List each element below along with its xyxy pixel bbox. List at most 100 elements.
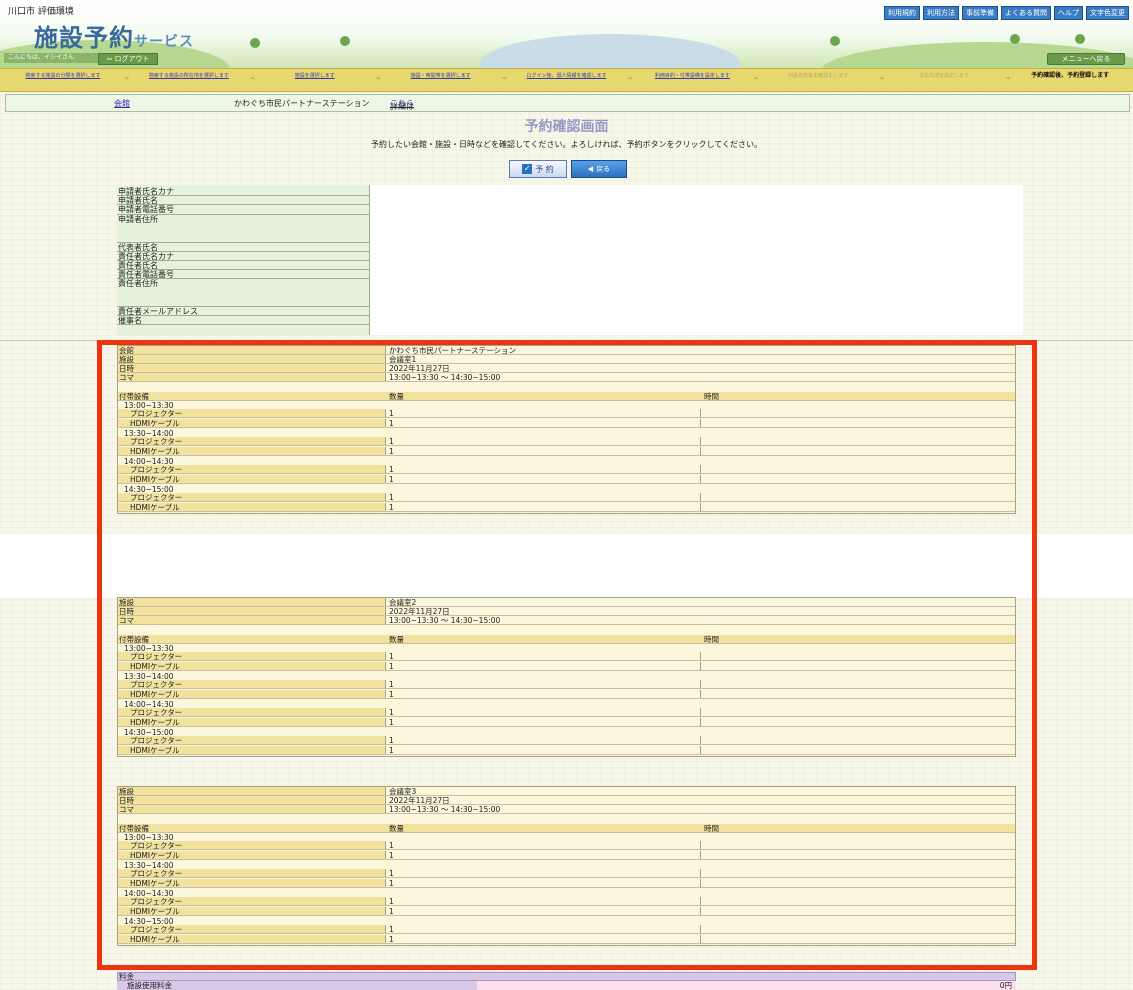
equipment-row: HDMIケーブル 1 [118,851,1015,860]
greeting-label: こんにちは、イシイさん [4,53,98,63]
equipment-row: HDMIケーブル 1 [118,690,1015,699]
koma-row-label: コマ [118,616,386,625]
equipment-row: プロジェクター 1 [118,493,1015,502]
facility-row: 施設 会議室1 [118,355,1015,364]
date-row-value: 2022年11月27日 [389,364,450,373]
equipment-column-header: 付帯設備 [119,392,149,401]
top-link[interactable]: 利用規約 [884,6,920,20]
equipment-quantity: 1 [388,925,701,934]
step-label: 施設・時間帯を選択します [410,73,471,79]
equipment-row: HDMIケーブル 1 [118,475,1015,484]
equipment-row: HDMIケーブル 1 [118,503,1015,512]
city-label: 川口市 評価環境 [8,7,74,17]
equipment-quantity: 1 [388,465,701,474]
reserve-button[interactable]: ✓ 予 約 [509,160,567,178]
equipment-name: HDMIケーブル [118,419,386,428]
service-logo[interactable]: 施設予約サービス [34,18,194,53]
date-row-value: 2022年11月27日 [389,607,450,616]
equipment-name: HDMIケーブル [118,690,386,699]
step-item: 料金お支払を確認をします ⇒ [755,69,884,91]
step-bar: 検索する施設の分類を選択します ⇒ 検索する施設の所在地を選択します ⇒ 施設を選択しま… [0,68,1133,92]
equipment-time [703,925,1015,933]
equipment-quantity: 1 [388,736,701,745]
step-label: 料金お支払を確認をします [788,73,849,79]
equipment-quantity: 1 [388,897,701,906]
equipment-column-header: 付帯設備 [119,824,149,833]
equipment-row: プロジェクター 1 [118,736,1015,745]
equipment-time [703,869,1015,877]
equipment-quantity: 1 [388,708,701,717]
equipment-row: プロジェクター 1 [118,465,1015,474]
facility-row: 施設 会議室2 [118,598,1015,607]
step-item[interactable]: 検索する施設の分類を選択します ⇒ [0,69,128,91]
top-link[interactable]: 文字色変更 [1086,6,1129,20]
fee-value: 0円 [999,981,1012,990]
equipment-name: プロジェクター [118,736,386,745]
equipment-name: プロジェクター [118,652,386,661]
step-item[interactable]: 施設・時間帯を選択します ⇒ [378,69,507,91]
step-item[interactable]: 利用目的・付帯設備を設定します ⇒ [629,69,758,91]
reservation-block: 施設 会議室2 日時 2022年11月27日 コマ 13:00~13:30 ～ 14:30… [117,597,1016,757]
equipment-name: HDMIケーブル [118,718,386,727]
site-header: 川口市 評価環境 施設予約サービス 利用規約 利用方法 事前準備 よくある質問 ヘルプ文… [0,0,1133,68]
blank-area [0,534,1133,598]
equipment-name: プロジェクター [118,897,386,906]
equipment-quantity: 1 [388,437,701,446]
equipment-name: HDMIケーブル [118,746,386,755]
facility-row-value: 会議室3 [389,787,417,796]
equipment-row: プロジェクター 1 [118,925,1015,934]
applicant-field-label: 責任者メールアドレス [117,307,369,316]
step-item[interactable]: ログイン後、個人情報を確認します ⇒ [504,69,633,91]
equipment-name: プロジェクター [118,680,386,689]
top-link[interactable]: 事前準備 [962,6,998,20]
back-button[interactable]: ◀ 戻る [571,160,627,178]
applicant-field-label: 責任者住所 [117,279,369,307]
equipment-row: HDMIケーブル 1 [118,419,1015,428]
equipment-time [703,652,1015,660]
equipment-quantity: 1 [388,493,701,502]
logout-button[interactable]: ⇦ ログアウト [98,53,158,65]
equipment-time [703,662,1015,670]
koma-row-value: 13:00~13:30 ～ 14:30~15:00 [389,616,501,625]
equipment-time [703,708,1015,716]
koma-row: コマ 13:00~13:30 ～ 14:30~15:00 [118,373,1015,382]
applicant-field-label: 責任者電話番号 [117,270,369,279]
equipment-row: HDMIケーブル 1 [118,447,1015,456]
step-item: 支払方法を設定します ⇒ [881,69,1010,91]
equipment-time [703,851,1015,859]
equipment-time [703,879,1015,887]
equipment-name: HDMIケーブル [118,907,386,916]
step-item[interactable]: 施設を選択します ⇒ [252,69,381,91]
top-link[interactable]: よくある質問 [1001,6,1051,20]
back-arrow-icon: ◀ [587,165,594,173]
menu-back-button[interactable]: メニューへ戻る [1047,53,1125,65]
divider [0,340,1133,341]
date-row: 日時 2022年11月27日 [118,607,1015,616]
equipment-row: HDMIケーブル 1 [118,879,1015,888]
equipment-time [703,475,1015,483]
equipment-quantity: 1 [388,869,701,878]
logo-main-text: 施設予約 [34,23,134,52]
applicant-field-label: 申請者氏名カナ [117,187,369,196]
equipment-quantity: 1 [388,879,701,888]
hall-label-link[interactable]: 会館 [114,99,130,108]
koma-row: コマ 13:00~13:30 ～ 14:30~15:00 [118,616,1015,625]
step-label: ログイン後、個人情報を確認します [526,73,607,79]
step-label: 利用目的・付帯設備を設定します [654,73,730,79]
date-row-label: 日時 [118,796,386,805]
equipment-time [703,447,1015,455]
top-link[interactable]: 利用方法 [923,6,959,20]
facility-row-value: 会議室2 [389,598,417,607]
facility-row-label: 施設 [118,355,386,364]
applicant-field-label: 責任者氏名カナ [117,252,369,261]
equipment-name: HDMIケーブル [118,447,386,456]
detail-prefix: 詳細は [390,102,414,111]
fee-row: 施設使用料金 0円 [117,981,1016,990]
equipment-name: HDMIケーブル [118,879,386,888]
equipment-quantity: 1 [388,475,701,484]
top-link[interactable]: ヘルプ [1054,6,1083,20]
fee-header: 料金 [117,972,1016,981]
facility-row-label: 施設 [118,787,386,796]
top-links: 利用規約 利用方法 事前準備 よくある質問 ヘルプ 文字色変更 [884,6,1129,20]
step-item[interactable]: 検索する施設の所在地を選択します ⇒ [126,69,255,91]
